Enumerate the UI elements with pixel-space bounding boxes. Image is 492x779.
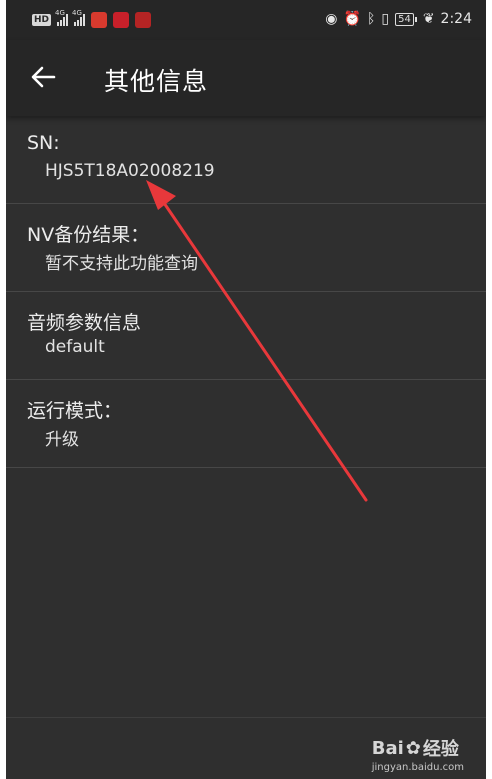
watermark-brand: Bai	[371, 737, 404, 759]
network-type-label: 4G	[72, 9, 82, 17]
list-item-sn[interactable]: SN: HJS5T18A02008219	[6, 116, 486, 204]
stock-app-icon	[135, 12, 152, 28]
item-value: 升级	[45, 430, 79, 450]
divider	[6, 717, 486, 718]
list-item-run-mode[interactable]: 运行模式： 升级	[6, 380, 486, 468]
item-value: HJS5T18A02008219	[45, 161, 215, 181]
item-value: 暂不支持此功能查询	[45, 254, 198, 274]
status-right-icons: ◉ ⏰ ᛒ ▯ 54 ❦ 2:24	[325, 11, 472, 27]
item-title: NV备份结果：	[27, 224, 150, 246]
signal-icon: 4G	[55, 9, 69, 26]
vibrate-icon: ▯	[381, 11, 390, 27]
alarm-icon: ⏰	[343, 11, 361, 27]
item-title: 运行模式：	[27, 400, 123, 422]
network-type-label: 4G	[55, 9, 65, 17]
bluetooth-icon: ᛒ	[366, 11, 376, 27]
status-left-icons: HD 4G 4G	[32, 9, 152, 28]
item-value: default	[45, 337, 105, 357]
item-title: 音频参数信息	[27, 312, 142, 334]
signal-icon: 4G	[72, 9, 86, 26]
eye-icon: ◉	[325, 11, 338, 27]
watermark-brand-cn: 经验	[422, 739, 459, 760]
watermark-url: jingyan.baidu.com	[371, 762, 464, 773]
item-title: SN:	[27, 132, 60, 154]
hd-icon: HD	[32, 14, 52, 26]
app-notification-icon	[91, 12, 108, 28]
back-arrow-icon[interactable]	[30, 64, 56, 90]
bank-app-icon	[113, 12, 130, 28]
clock-time: 2:24	[440, 11, 472, 27]
status-bar: HD 4G 4G ◉ ⏰ ᛒ ▯ 54 ❦ 2:24	[6, 0, 486, 40]
leaf-icon: ❦	[422, 11, 435, 27]
screenshot-frame: HD 4G 4G ◉ ⏰ ᛒ ▯ 54 ❦ 2:24 其他信息 SN: HJS5…	[0, 0, 492, 779]
paw-icon: ✿	[405, 737, 421, 759]
app-bar: 其他信息	[6, 40, 486, 116]
phone-screen: HD 4G 4G ◉ ⏰ ᛒ ▯ 54 ❦ 2:24 其他信息 SN: HJS5…	[6, 0, 486, 779]
list-item-nv-backup[interactable]: NV备份结果： 暂不支持此功能查询	[6, 204, 486, 292]
list-item-audio-params[interactable]: 音频参数信息 default	[6, 292, 486, 380]
battery-icon: 54	[395, 12, 417, 26]
page-title: 其他信息	[104, 67, 209, 96]
info-list: SN: HJS5T18A02008219 NV备份结果： 暂不支持此功能查询 音…	[6, 116, 486, 468]
battery-level: 54	[395, 12, 414, 26]
baidu-watermark: Bai ✿ 经验 jingyan.baidu.com	[371, 735, 464, 774]
